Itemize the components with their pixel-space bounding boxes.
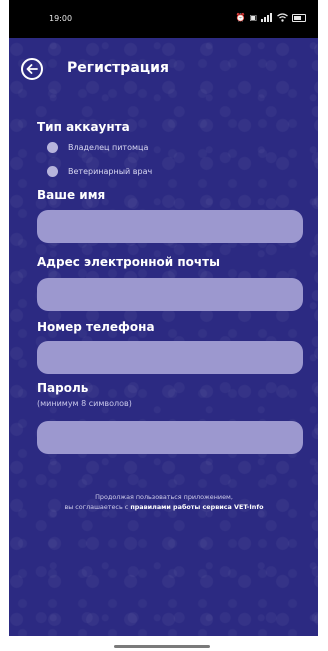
- password-hint: (минимум 8 символов): [37, 399, 132, 408]
- terms-line-2: вы соглашаетесь с правилами работы серви…: [29, 502, 299, 512]
- radio-pet-owner[interactable]: Владелец питомца: [47, 142, 148, 153]
- back-button[interactable]: [21, 58, 43, 80]
- terms-prefix: вы соглашаетесь с: [64, 503, 129, 511]
- account-type-label: Тип аккаунта: [37, 120, 130, 134]
- header: Регистрация: [9, 56, 318, 86]
- status-icons: ⏰ ▣: [235, 12, 306, 24]
- name-input[interactable]: [37, 210, 303, 243]
- phone-input[interactable]: [37, 341, 303, 374]
- phone-label: Номер телефона: [37, 320, 155, 334]
- terms-line-1: Продолжая пользоваться приложением,: [95, 493, 233, 501]
- registration-screen: Регистрация Тип аккаунта Владелец питомц…: [9, 38, 318, 636]
- nfc-icon: ▣: [249, 13, 257, 22]
- email-label: Адрес электронной почты: [37, 255, 220, 269]
- status-time: 19:00: [49, 14, 73, 23]
- wifi-icon: [277, 12, 288, 24]
- home-indicator[interactable]: [114, 645, 210, 648]
- radio-veterinarian[interactable]: Ветеринарный врач: [47, 166, 152, 177]
- battery-icon: [292, 14, 306, 22]
- phone-screen: 19:00 ⏰ ▣ Регистрация Тип аккаунта Владе…: [9, 0, 318, 651]
- page-title: Регистрация: [67, 60, 169, 76]
- email-input[interactable]: [37, 278, 303, 311]
- radio-label-veterinarian: Ветеринарный врач: [68, 167, 153, 176]
- name-label: Ваше имя: [37, 188, 106, 202]
- terms-notice: Продолжая пользоваться приложением, вы с…: [29, 492, 299, 512]
- status-bar: 19:00 ⏰ ▣: [9, 0, 318, 38]
- radio-label-pet-owner: Владелец питомца: [68, 143, 149, 152]
- password-label: Пароль: [37, 381, 89, 395]
- radio-button[interactable]: [47, 166, 58, 177]
- signal-icon: [261, 12, 273, 24]
- radio-button[interactable]: [47, 142, 58, 153]
- alarm-icon: ⏰: [235, 13, 246, 22]
- terms-link[interactable]: правилами работы сервиса VET-Info: [130, 503, 263, 511]
- arrow-left-circle-icon: [26, 64, 38, 74]
- navigation-bar: [9, 636, 318, 651]
- password-input[interactable]: [37, 421, 303, 454]
